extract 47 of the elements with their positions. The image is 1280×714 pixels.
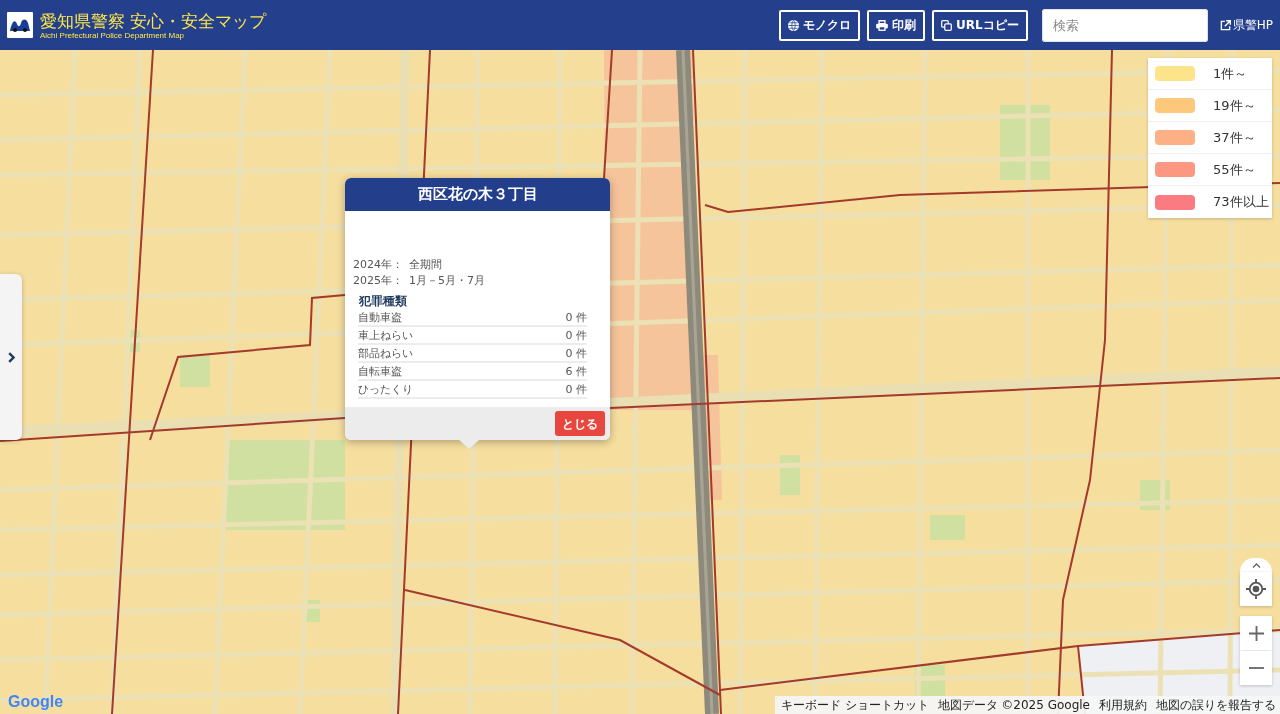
crime-type: 部品ねらい xyxy=(358,346,413,361)
zoom-out-button[interactable] xyxy=(1240,651,1272,685)
external-link-icon xyxy=(1219,19,1231,31)
crime-count: 0 件 xyxy=(565,346,587,361)
attribution-link[interactable]: キーボード ショートカット xyxy=(780,696,929,714)
caret-up-icon xyxy=(1251,562,1261,568)
period-year: 2024年： xyxy=(353,257,404,273)
site-title: 愛知県警察 安心・安全マップ xyxy=(40,10,267,31)
crime-count: 6 件 xyxy=(565,364,587,379)
attribution-link[interactable]: 地図の誤りを報告する xyxy=(1156,696,1276,714)
search-field[interactable]: 検索 xyxy=(1041,8,1208,42)
period-months: 全期間 xyxy=(409,257,442,273)
crime-count: 0 件 xyxy=(565,328,587,343)
globe-icon xyxy=(788,19,800,31)
legend-label: 19件～ xyxy=(1213,96,1256,115)
legend-label: 55件～ xyxy=(1213,160,1256,179)
print-button[interactable]: 印刷 xyxy=(867,9,926,41)
crime-count: 0 件 xyxy=(565,310,587,325)
site-subtitle: Aichi Prefectural Police Department Map xyxy=(40,30,186,40)
zoom-in-button[interactable] xyxy=(1240,616,1272,650)
period-year: 2025年： xyxy=(353,273,404,289)
minus-icon xyxy=(1248,667,1264,669)
period-months: 1月－5月・7月 xyxy=(409,273,485,289)
locate-icon xyxy=(1246,579,1266,599)
crime-type: 自動車盗 xyxy=(358,310,402,325)
legend-label: 73件以上 xyxy=(1213,193,1269,212)
plus-icon xyxy=(1248,625,1264,641)
crime-type: 車上ねらい xyxy=(358,328,413,343)
my-location-button[interactable] xyxy=(1240,572,1272,606)
popup-title: 西区花の木３丁目 xyxy=(345,178,610,211)
attribution-link[interactable]: 地図データ ©2025 Google xyxy=(937,696,1090,714)
crime-type: 自転車盗 xyxy=(358,364,402,379)
legend-label: 37件～ xyxy=(1213,128,1256,147)
logo-icon xyxy=(7,12,33,38)
monochrome-button[interactable]: モノクロ xyxy=(779,9,861,41)
crime-type: ひったくり xyxy=(358,382,413,397)
section-title: 犯罪種類 xyxy=(359,293,408,309)
legend-label: 1件～ xyxy=(1213,64,1248,83)
prefectural-police-link[interactable]: 県警HP xyxy=(1219,16,1273,34)
copy-icon xyxy=(941,19,953,31)
printer-icon xyxy=(876,19,889,31)
close-button[interactable]: とじる xyxy=(555,411,605,436)
attribution-link[interactable]: 利用規約 xyxy=(1099,696,1147,714)
chevron-right-icon xyxy=(7,351,15,363)
copy-url-button[interactable]: URLコピー xyxy=(932,9,1028,41)
crime-count: 0 件 xyxy=(565,382,587,397)
side-panel-toggle[interactable] xyxy=(0,274,22,440)
